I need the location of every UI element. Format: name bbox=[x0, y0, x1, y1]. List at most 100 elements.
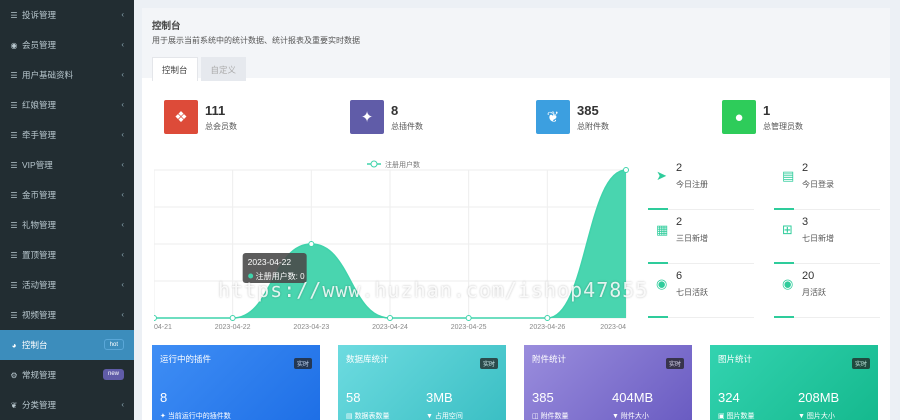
sidebar-item-9[interactable]: ☰ 活动管理 ‹ bbox=[0, 270, 134, 300]
sidebar-item-label: 会员管理 bbox=[22, 40, 57, 50]
legend-marker bbox=[370, 160, 378, 168]
sidebar-menu: ☰ 投诉管理 ‹ ◉ 会员管理 ‹ ☰ 用户基础资料 ‹ ☰ 红娘管理 ‹ ☰ 牵手管理 ‹ ☰ VIP管理 ‹ ☰… bbox=[0, 0, 134, 420]
card-value: 8 bbox=[160, 390, 168, 405]
card-title: 数据库统计 bbox=[346, 354, 389, 364]
data-point bbox=[308, 241, 315, 247]
card-image-stats: 图片统计 实时 324 208MB ▣ 图片数量 ▼ 图片大小 bbox=[710, 345, 878, 420]
card-subtitle: ▣ 图片数量 bbox=[718, 413, 755, 420]
list-icon: ☰ bbox=[10, 310, 18, 320]
divider bbox=[774, 208, 794, 210]
x-tick-label: 2023-04-26 bbox=[529, 324, 565, 331]
chevron-left-icon: ‹ bbox=[121, 70, 124, 79]
sidebar-item-8[interactable]: ☰ 置顶管理 ‹ bbox=[0, 240, 134, 270]
chevron-left-icon: ‹ bbox=[121, 400, 124, 409]
data-point bbox=[465, 315, 472, 321]
chevron-left-icon: ‹ bbox=[121, 130, 124, 139]
sidebar-item-10[interactable]: ☰ 视频管理 ‹ bbox=[0, 300, 134, 330]
sidebar-item-3[interactable]: ☰ 红娘管理 ‹ bbox=[0, 90, 134, 120]
chevron-left-icon: ‹ bbox=[121, 280, 124, 289]
list-icon: ☰ bbox=[10, 250, 18, 260]
data-point bbox=[387, 315, 393, 321]
leaf-icon: ❦ bbox=[10, 400, 18, 410]
tab-dashboard[interactable]: 控制台 bbox=[152, 57, 198, 81]
leaf-icon: ❦ bbox=[536, 100, 570, 134]
content-header: 控制台 用于展示当前系统中的统计数据、统计报表及重要实时数据 控制台 自定义 bbox=[142, 8, 890, 81]
watermark: https://www.huzhan.com/ishop47855 bbox=[218, 278, 649, 302]
sidebar-item-label: 红娘管理 bbox=[22, 100, 57, 110]
card-subtitle: ✦ 当前运行中的插件数 bbox=[160, 413, 231, 420]
sidebar-item-label: 视频管理 bbox=[22, 310, 57, 320]
chevron-left-icon: ‹ bbox=[121, 250, 124, 259]
sidebar-item-label: 分类管理 bbox=[22, 400, 57, 410]
stat-value: 385 bbox=[577, 102, 599, 118]
stat-value: 111 bbox=[205, 102, 226, 118]
stat-label: 总插件数 bbox=[391, 121, 423, 131]
card-title: 图片统计 bbox=[718, 354, 753, 364]
mini-stat-value: 2 bbox=[802, 162, 809, 174]
stat-total-attachments: ❦ 385 总附件数 bbox=[536, 100, 609, 134]
realtime-badge: 实时 bbox=[479, 358, 498, 369]
sidebar-item-7[interactable]: ☰ 礼物管理 ‹ bbox=[0, 210, 134, 240]
sidebar-item-11[interactable]: ◕ 控制台 hot bbox=[0, 330, 134, 360]
card-value: 385 bbox=[532, 390, 554, 405]
chevron-left-icon: ‹ bbox=[121, 310, 124, 319]
tooltip-date: 2023-04-22 bbox=[248, 257, 292, 267]
card-subtitle-secondary: ▼ 附件大小 bbox=[612, 413, 649, 420]
sidebar-item-5[interactable]: ☰ VIP管理 ‹ bbox=[0, 150, 134, 180]
mini-stat-label: 七日活跃 bbox=[676, 288, 708, 297]
list-icon: ☰ bbox=[10, 220, 18, 230]
x-tick-label: 2023-04-25 bbox=[451, 324, 487, 331]
x-tick-label: 04-21 bbox=[154, 324, 172, 331]
stat-total-admins: ● 1 总管理员数 bbox=[722, 100, 803, 134]
divider bbox=[774, 316, 794, 318]
card-value-secondary: 404MB bbox=[612, 390, 654, 405]
list-icon: ☰ bbox=[10, 160, 18, 170]
mini-stat-value: 2 bbox=[676, 162, 683, 174]
sidebar-item-6[interactable]: ☰ 金币管理 ‹ bbox=[0, 180, 134, 210]
data-point bbox=[623, 167, 629, 173]
divider bbox=[648, 208, 668, 210]
realtime-badge: 实时 bbox=[665, 358, 684, 369]
card-running-plugins: 运行中的插件 实时 8 ✦ 当前运行中的插件数 bbox=[152, 345, 320, 420]
user-circle-icon: ◉ bbox=[782, 276, 794, 291]
sidebar-item-label: 置顶管理 bbox=[22, 250, 57, 260]
list-icon: ☰ bbox=[10, 100, 18, 110]
card-value: 324 bbox=[718, 390, 740, 405]
sidebar-item-label: VIP管理 bbox=[22, 160, 53, 170]
x-tick-label: 2023-04-24 bbox=[372, 324, 408, 331]
card-subtitle: ◫ 附件数量 bbox=[532, 413, 569, 420]
sidebar-item-13[interactable]: ❦ 分类管理 ‹ bbox=[0, 390, 134, 420]
users-icon: ❖ bbox=[164, 100, 198, 134]
page-title: 控制台 bbox=[152, 21, 181, 32]
registration-chart[interactable]: 04-21 2023-04-22 2023-04-23 2023-04-24 2023-… bbox=[154, 158, 632, 333]
mini-stat-label: 三日新增 bbox=[676, 234, 708, 243]
chevron-left-icon: ‹ bbox=[121, 160, 124, 169]
stat-value: 8 bbox=[391, 102, 399, 118]
mini-stat-label: 今日登录 bbox=[802, 180, 834, 189]
chevron-left-icon: ‹ bbox=[121, 220, 124, 229]
stat-total-plugins: ✦ 8 总插件数 bbox=[350, 100, 423, 134]
mini-stat-value: 2 bbox=[676, 216, 683, 228]
calendar-icon: ▦ bbox=[656, 222, 669, 237]
sidebar-item-4[interactable]: ☰ 牵手管理 ‹ bbox=[0, 120, 134, 150]
list-icon: ☰ bbox=[10, 10, 18, 20]
main-content: 控制台 用于展示当前系统中的统计数据、统计报表及重要实时数据 控制台 自定义 ❖… bbox=[142, 8, 890, 420]
mini-stat-today-register: ➤ 2 今日注册 bbox=[648, 160, 754, 210]
list-icon: ☰ bbox=[10, 280, 18, 290]
mini-stat-label: 月活跃 bbox=[802, 288, 826, 297]
sidebar-item-0[interactable]: ☰ 投诉管理 ‹ bbox=[0, 0, 134, 30]
sidebar-item-12[interactable]: ⚙ 常规管理 new bbox=[0, 360, 134, 390]
sidebar-item-label: 用户基础资料 bbox=[22, 70, 74, 80]
menu-badge: new bbox=[102, 369, 124, 380]
legend-label: 注册用户数 bbox=[385, 160, 420, 169]
stat-value: 1 bbox=[763, 102, 771, 118]
chevron-left-icon: ‹ bbox=[121, 190, 124, 199]
x-tick-label: 2023-04-23 bbox=[293, 324, 329, 331]
sidebar-item-1[interactable]: ◉ 会员管理 ‹ bbox=[0, 30, 134, 60]
sidebar-item-2[interactable]: ☰ 用户基础资料 ‹ bbox=[0, 60, 134, 90]
tab-custom[interactable]: 自定义 bbox=[200, 57, 247, 81]
sidebar-item-label: 牵手管理 bbox=[22, 130, 57, 140]
stat-total-members: ❖ 111 总会员数 bbox=[164, 100, 237, 134]
page-description: 用于展示当前系统中的统计数据、统计报表及重要实时数据 bbox=[152, 36, 360, 45]
x-tick-label: 2023-04-22 bbox=[215, 324, 251, 331]
